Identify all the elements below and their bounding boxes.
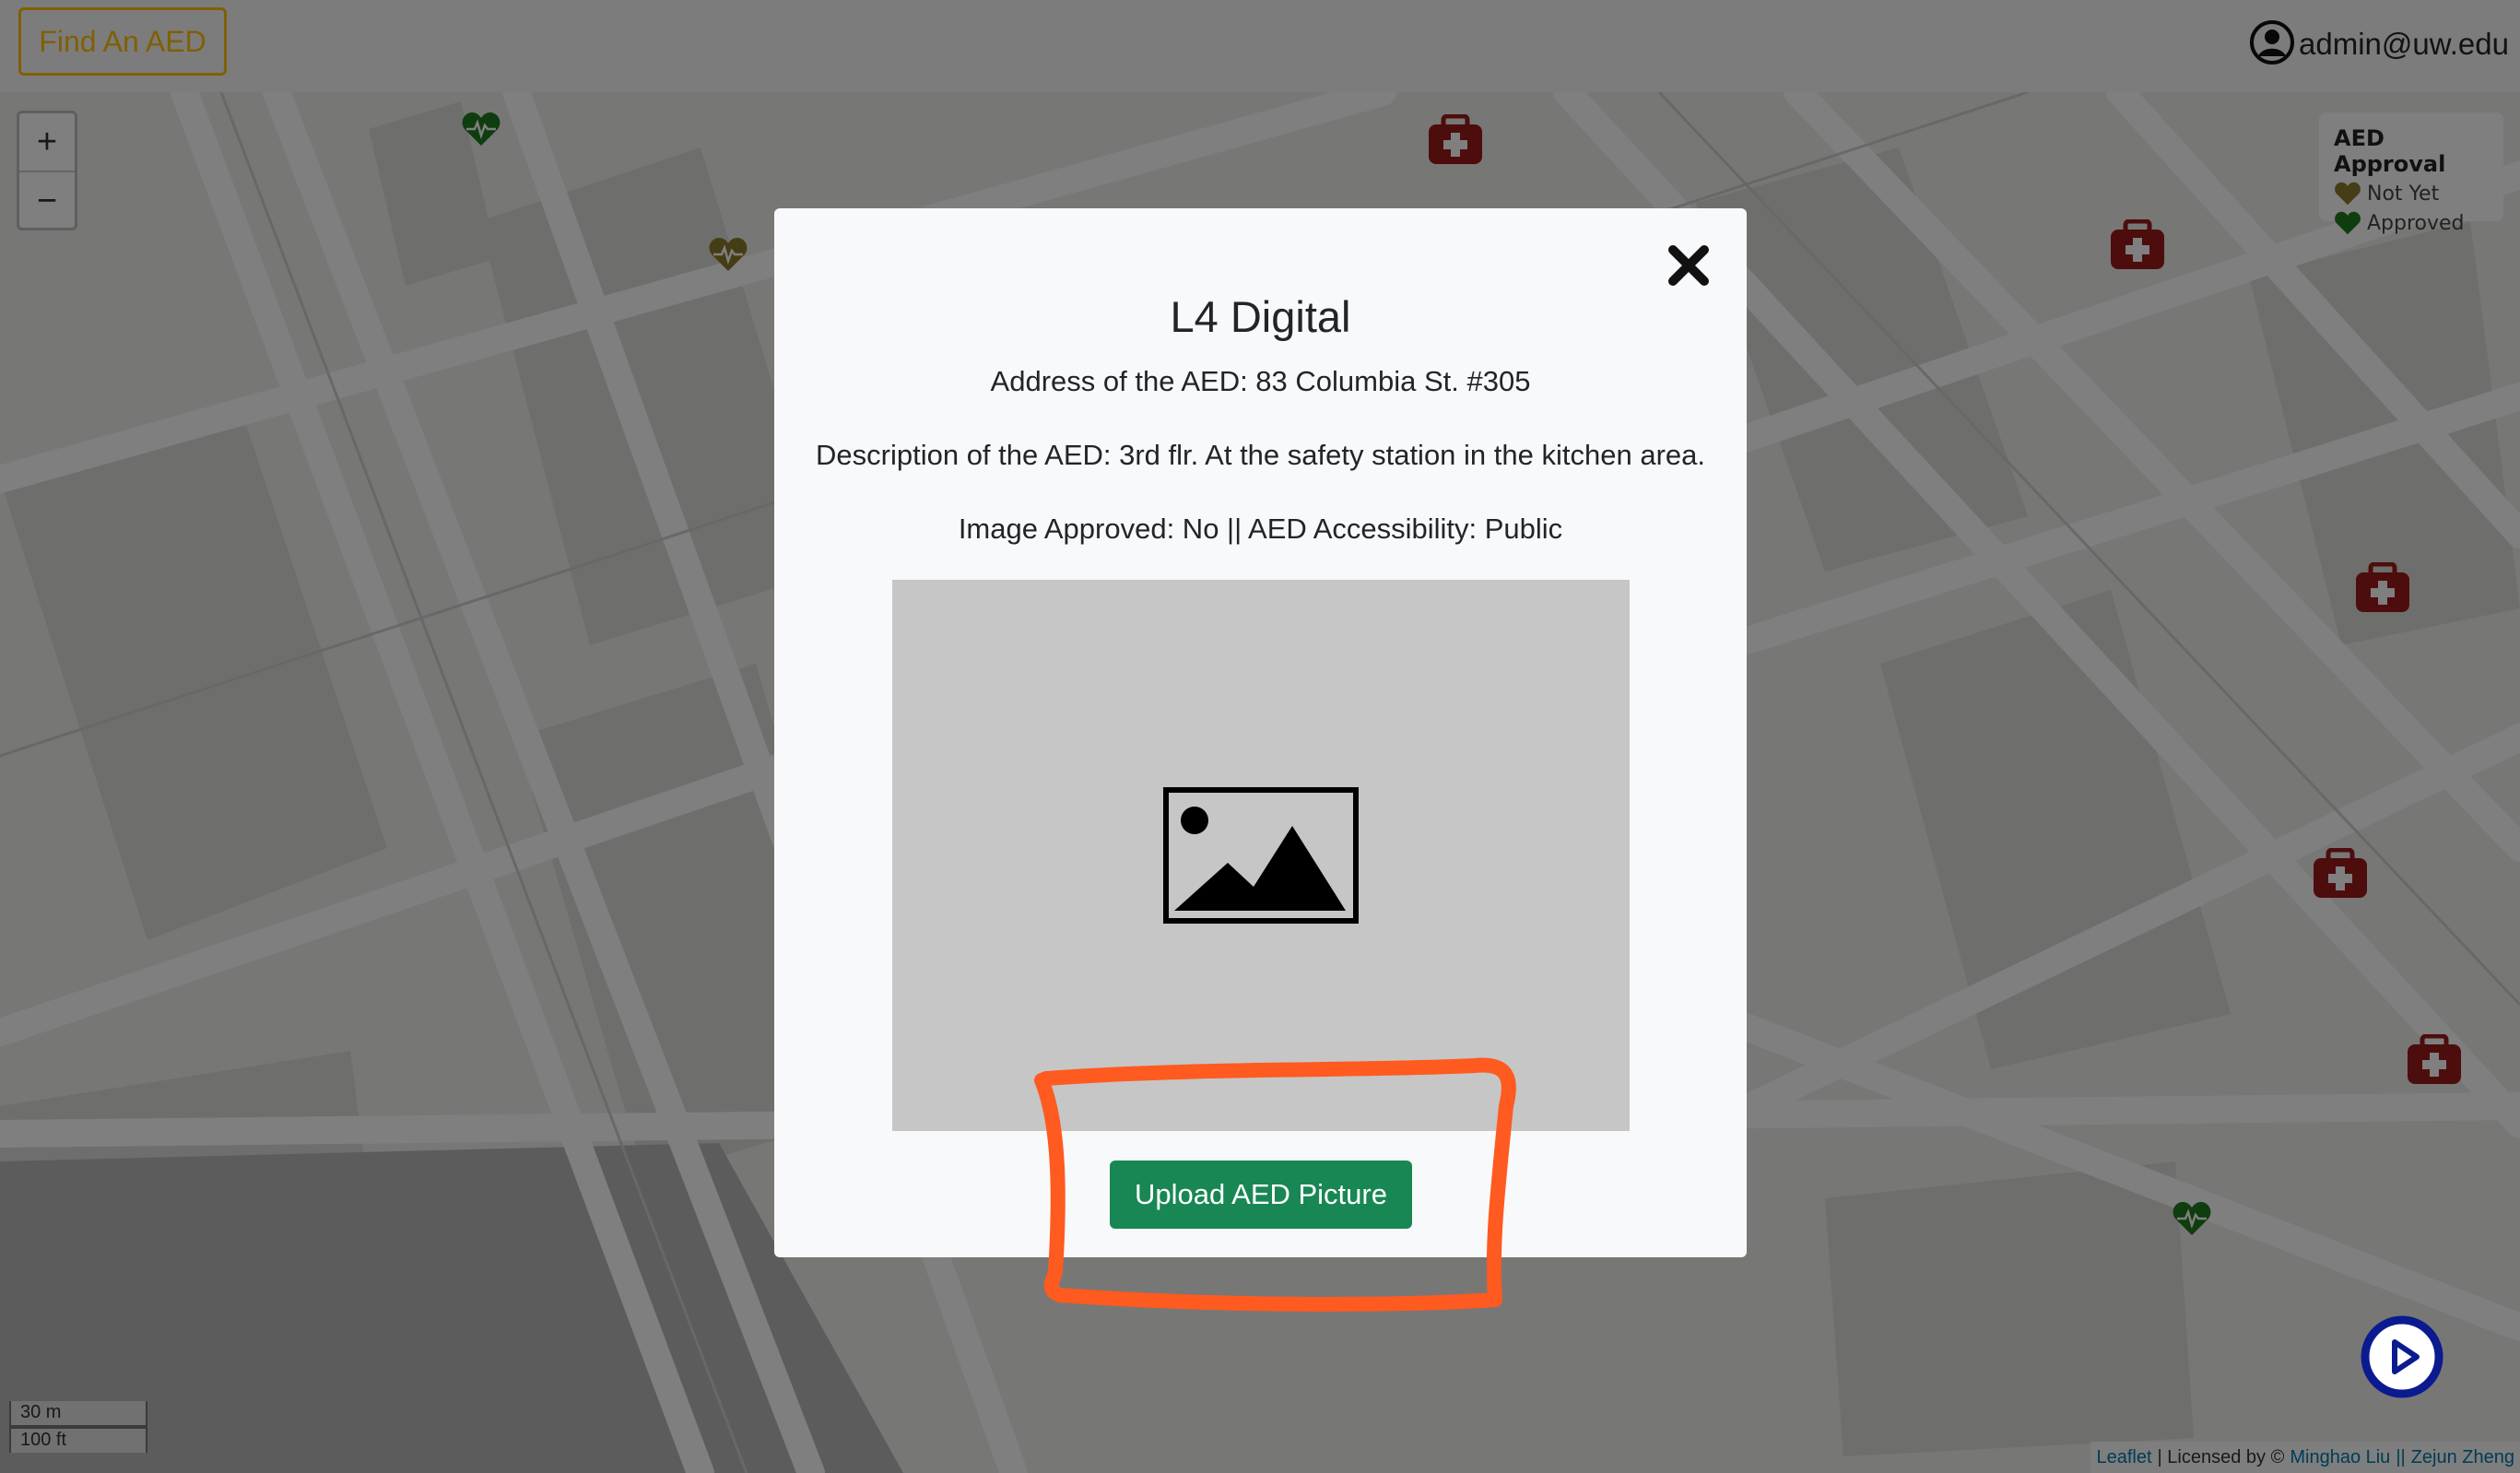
aed-detail-modal: L4 Digital Address of the AED: 83 Columb… (774, 208, 1747, 1257)
upload-aed-picture-button[interactable]: Upload AED Picture (1110, 1161, 1412, 1229)
close-icon[interactable] (1665, 242, 1713, 289)
aed-status: Image Approved: No || AED Accessibility:… (958, 513, 1563, 545)
image-placeholder-icon (1163, 787, 1359, 924)
modal-title: L4 Digital (1170, 292, 1351, 341)
aed-address: Address of the AED: 83 Columbia St. #305 (990, 365, 1531, 397)
aed-image-placeholder (892, 580, 1630, 1131)
locate-compass-icon[interactable] (2360, 1314, 2444, 1399)
aed-description: Description of the AED: 3rd flr. At the … (816, 439, 1705, 471)
